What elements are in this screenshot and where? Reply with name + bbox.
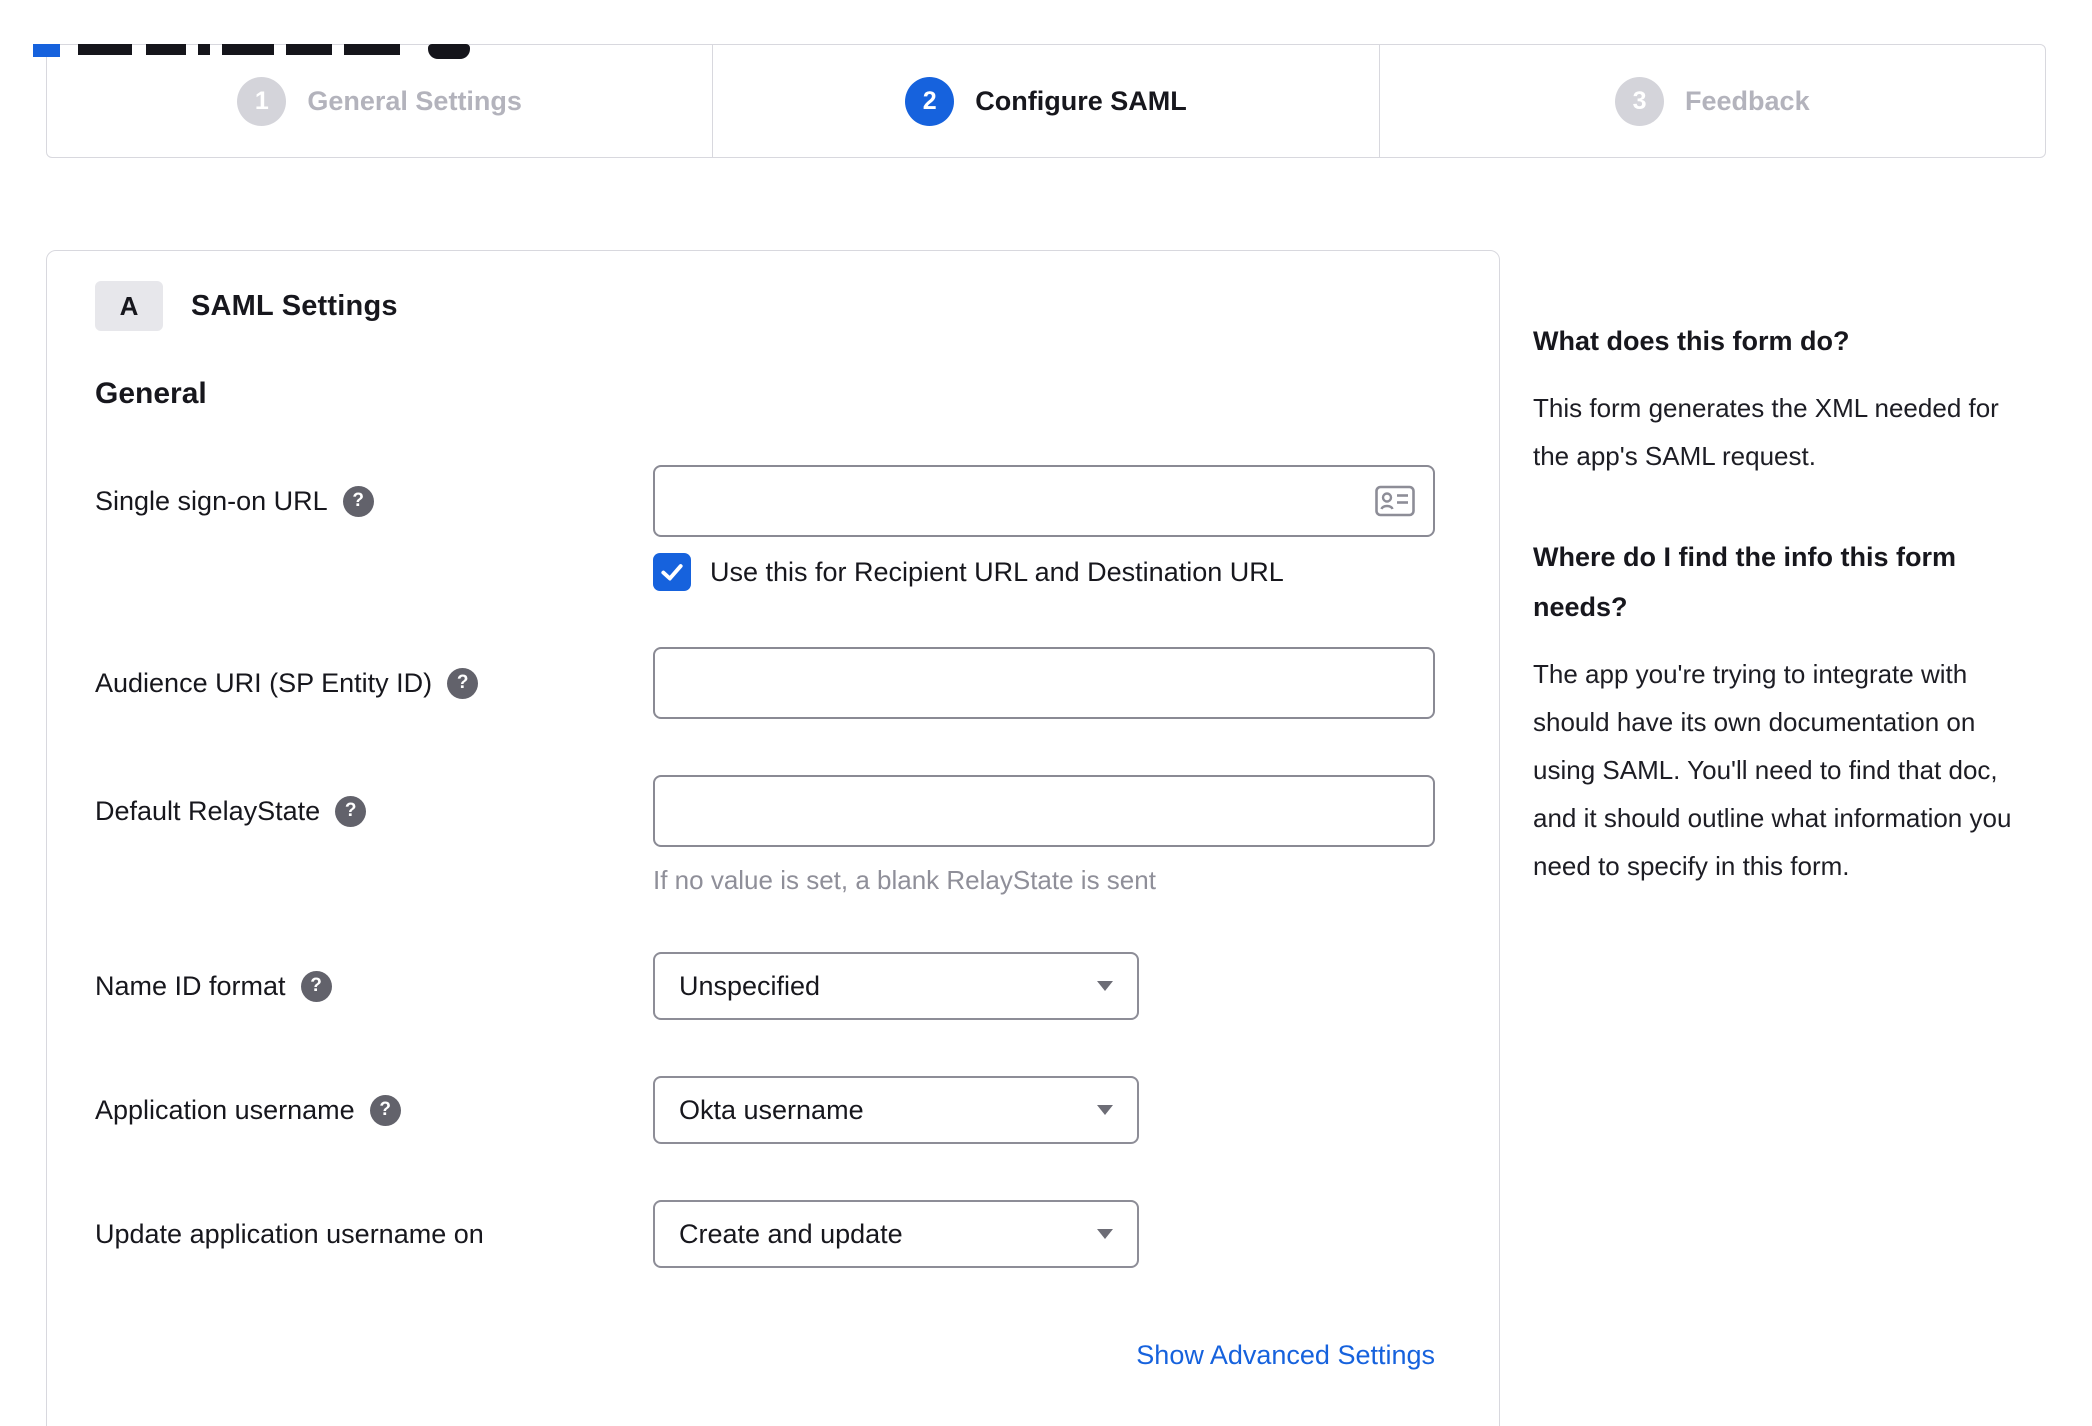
help-heading-what: What does this form do? <box>1533 326 1850 356</box>
help-sidebar: What does this form do? This form genera… <box>1533 250 2046 942</box>
sso-url-label: Single sign-on URL <box>95 485 328 516</box>
help-icon[interactable]: ? <box>342 485 374 517</box>
step-label: Configure SAML <box>975 85 1187 116</box>
recipient-url-checkbox-label[interactable]: Use this for Recipient URL and Destinati… <box>710 557 1284 588</box>
step-number-badge: 3 <box>1615 76 1665 126</box>
chevron-down-icon <box>1097 981 1113 991</box>
update-username-select[interactable]: Create and update <box>653 1200 1139 1268</box>
relaystate-label: Default RelayState <box>95 795 321 826</box>
field-row-audience: Audience URI (SP Entity ID) ? <box>95 647 1451 719</box>
application-username-select[interactable]: Okta username <box>653 1076 1139 1144</box>
help-icon[interactable]: ? <box>300 970 332 1002</box>
step-label: General Settings <box>307 85 522 116</box>
step-number-badge: 2 <box>905 76 955 126</box>
contact-card-icon[interactable] <box>1375 485 1415 517</box>
clipped-page-title <box>0 44 2092 59</box>
field-row-sso: Single sign-on URL ? Use this for Recipi… <box>95 465 1451 591</box>
name-id-format-label: Name ID format <box>95 970 286 1001</box>
help-icon[interactable]: ? <box>369 1094 401 1126</box>
clipped-icon-fragment <box>428 44 470 59</box>
wizard-stepper: 1 General Settings 2 Configure SAML 3 Fe… <box>46 44 2046 158</box>
help-icon[interactable]: ? <box>335 795 367 827</box>
saml-settings-panel: A SAML Settings General Single sign-on U… <box>46 250 1500 1426</box>
step-number-badge: 1 <box>237 76 287 126</box>
audience-uri-input[interactable] <box>653 647 1435 719</box>
step-feedback[interactable]: 3 Feedback <box>1378 45 2045 157</box>
relaystate-input[interactable] <box>653 775 1435 847</box>
audience-uri-label: Audience URI (SP Entity ID) <box>95 667 433 698</box>
update-username-label: Update application username on <box>95 1218 484 1249</box>
step-label: Feedback <box>1685 85 1810 116</box>
sso-url-input[interactable] <box>653 465 1435 537</box>
step-configure-saml[interactable]: 2 Configure SAML <box>712 45 1378 157</box>
field-row-relaystate: Default RelayState ? If no value is set,… <box>95 775 1451 896</box>
field-row-nameid: Name ID format ? Unspecified <box>95 952 1451 1020</box>
chevron-down-icon <box>1097 1105 1113 1115</box>
step-general-settings[interactable]: 1 General Settings <box>47 45 712 157</box>
clipped-logo-fragment <box>33 44 60 57</box>
field-row-app-username: Application username ? Okta username <box>95 1076 1451 1144</box>
help-text-what: This form generates the XML needed for t… <box>1533 393 1999 471</box>
application-username-label: Application username <box>95 1094 355 1125</box>
help-heading-where: Where do I find the info this form needs… <box>1533 542 1956 622</box>
relaystate-hint: If no value is set, a blank RelayState i… <box>653 865 1156 895</box>
general-section-heading: General <box>95 377 207 410</box>
recipient-url-checkbox[interactable] <box>653 553 691 591</box>
field-row-update-username: Update application username on Create an… <box>95 1200 1451 1268</box>
help-icon[interactable]: ? <box>447 667 479 699</box>
panel-title: SAML Settings <box>191 289 398 322</box>
show-advanced-settings-link[interactable]: Show Advanced Settings <box>1136 1340 1435 1370</box>
section-a-badge: A <box>95 281 163 331</box>
help-text-where: The app you're trying to integrate with … <box>1533 659 2012 881</box>
chevron-down-icon <box>1097 1229 1113 1239</box>
name-id-format-select[interactable]: Unspecified <box>653 952 1139 1020</box>
